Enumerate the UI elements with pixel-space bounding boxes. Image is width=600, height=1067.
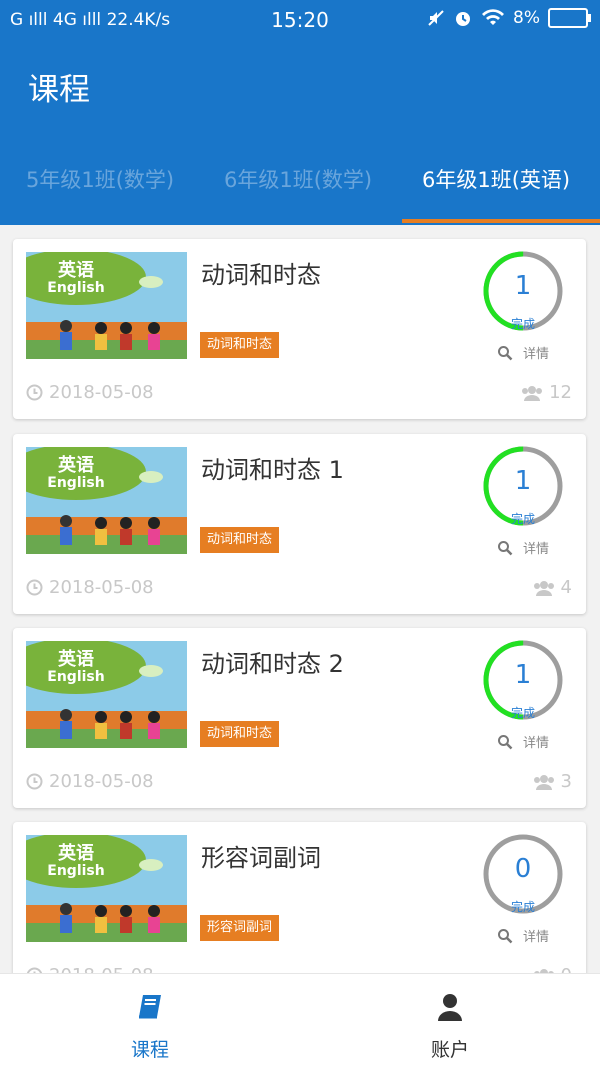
count-text: 3	[560, 771, 572, 792]
course-title[interactable]: 形容词副词	[201, 838, 321, 873]
book-title: 英语	[57, 842, 94, 864]
completed-count: 1	[514, 660, 532, 690]
clock-icon	[26, 579, 43, 596]
status-icons: 8%	[427, 8, 591, 28]
course-list[interactable]: 英语 English 动词和时态 动词和时态 1 完成 详情 2018-05-0…	[0, 225, 600, 974]
user-icon	[438, 994, 462, 1021]
topic-tag: 动词和时态	[200, 721, 280, 747]
topic-tag: 动词和时态	[200, 332, 280, 358]
course-cover-image: 英语 English	[26, 252, 187, 359]
status-bar: G ılll 4G ılll 22.4K/s 15:20 8%	[0, 0, 600, 40]
date-text: 2018-05-08	[49, 382, 154, 403]
student-count: 4	[533, 577, 572, 598]
battery-percent: 8%	[513, 8, 540, 28]
search-icon	[498, 928, 513, 943]
date-text: 2018-05-08	[49, 577, 154, 598]
completed-label: 完成	[510, 512, 535, 526]
book-subtitle: English	[47, 669, 104, 685]
search-icon	[498, 734, 513, 749]
detail-label: 详情	[523, 542, 550, 557]
completed-label: 完成	[510, 900, 535, 914]
date-text: 2018-05-08	[49, 771, 154, 792]
completed-count: 0	[514, 854, 532, 884]
detail-link[interactable]: 详情	[497, 343, 549, 362]
nav-courses[interactable]: 课程	[80, 992, 220, 1062]
course-cover-image: 英语 English	[26, 641, 187, 748]
bottom-nav: 课程 账户	[0, 973, 600, 1067]
topic-tag: 形容词副词	[200, 915, 280, 941]
completed-label: 完成	[510, 317, 535, 331]
course-date: 2018-05-08	[26, 771, 154, 792]
course-cover-image: 英语 English	[26, 447, 187, 554]
course-title[interactable]: 动词和时态 2	[201, 644, 344, 679]
course-card[interactable]: 英语 English 动词和时态 2 动词和时态 1 完成 详情 2018-05…	[13, 628, 586, 808]
book-title: 英语	[57, 648, 94, 670]
course-card[interactable]: 英语 English 形容词副词 形容词副词 0 完成 详情 2018-	[13, 822, 586, 974]
app-header: G ılll 4G ılll 22.4K/s 15:20 8% 课程 5年级1班…	[0, 0, 600, 225]
group-icon	[533, 580, 554, 596]
group-icon	[522, 385, 543, 401]
detail-label: 详情	[523, 930, 550, 945]
detail-label: 详情	[523, 347, 550, 362]
course-cover-image: 英语 English	[26, 835, 187, 942]
nav-account[interactable]: 账户	[380, 992, 520, 1062]
completed-label: 完成	[510, 706, 535, 720]
course-date: 2018-05-08	[26, 577, 154, 598]
active-tab-indicator	[402, 219, 600, 223]
battery-icon	[548, 8, 591, 28]
detail-label: 详情	[523, 736, 550, 751]
course-date: 2018-05-08	[26, 382, 154, 403]
completed-count: 1	[514, 466, 532, 496]
wifi-icon	[482, 9, 505, 25]
student-count: 3	[533, 771, 572, 792]
detail-link[interactable]: 详情	[497, 538, 549, 557]
detail-link[interactable]: 详情	[497, 926, 549, 945]
book-title: 英语	[57, 259, 94, 281]
book-icon	[139, 995, 161, 1019]
student-count: 12	[521, 382, 572, 403]
book-subtitle: English	[47, 863, 104, 879]
course-card[interactable]: 英语 English 动词和时态 动词和时态 1 完成 详情 2018-05-0…	[13, 239, 586, 419]
clock-icon	[26, 384, 43, 401]
clock-icon	[26, 773, 43, 790]
count-text: 12	[549, 382, 572, 403]
tab-grade6-english[interactable]: 6年级1班(英语)	[422, 164, 570, 194]
course-title[interactable]: 动词和时态 1	[201, 450, 344, 485]
group-icon	[533, 774, 554, 790]
course-card[interactable]: 英语 English 动词和时态 1 动词和时态 1 完成 详情 2018-05…	[13, 434, 586, 614]
mute-icon	[428, 10, 444, 26]
course-title[interactable]: 动词和时态	[201, 255, 321, 290]
completed-count: 1	[514, 271, 532, 301]
book-subtitle: English	[47, 475, 104, 491]
book-title: 英语	[57, 454, 94, 476]
nav-courses-label: 课程	[130, 1039, 169, 1061]
search-icon	[498, 345, 513, 360]
search-icon	[498, 540, 513, 555]
count-text: 4	[560, 577, 572, 598]
tab-grade5-math[interactable]: 5年级1班(数学)	[26, 164, 174, 194]
detail-link[interactable]: 详情	[497, 732, 549, 751]
topic-tag: 动词和时态	[200, 527, 280, 553]
tab-grade6-math[interactable]: 6年级1班(数学)	[224, 164, 372, 194]
nav-account-label: 账户	[430, 1039, 469, 1061]
book-subtitle: English	[47, 280, 104, 296]
alarm-icon	[456, 12, 471, 26]
page-title: 课程	[28, 72, 90, 108]
class-tabs: 5年级1班(数学) 6年级1班(数学) 6年级1班(英语)	[0, 160, 600, 225]
